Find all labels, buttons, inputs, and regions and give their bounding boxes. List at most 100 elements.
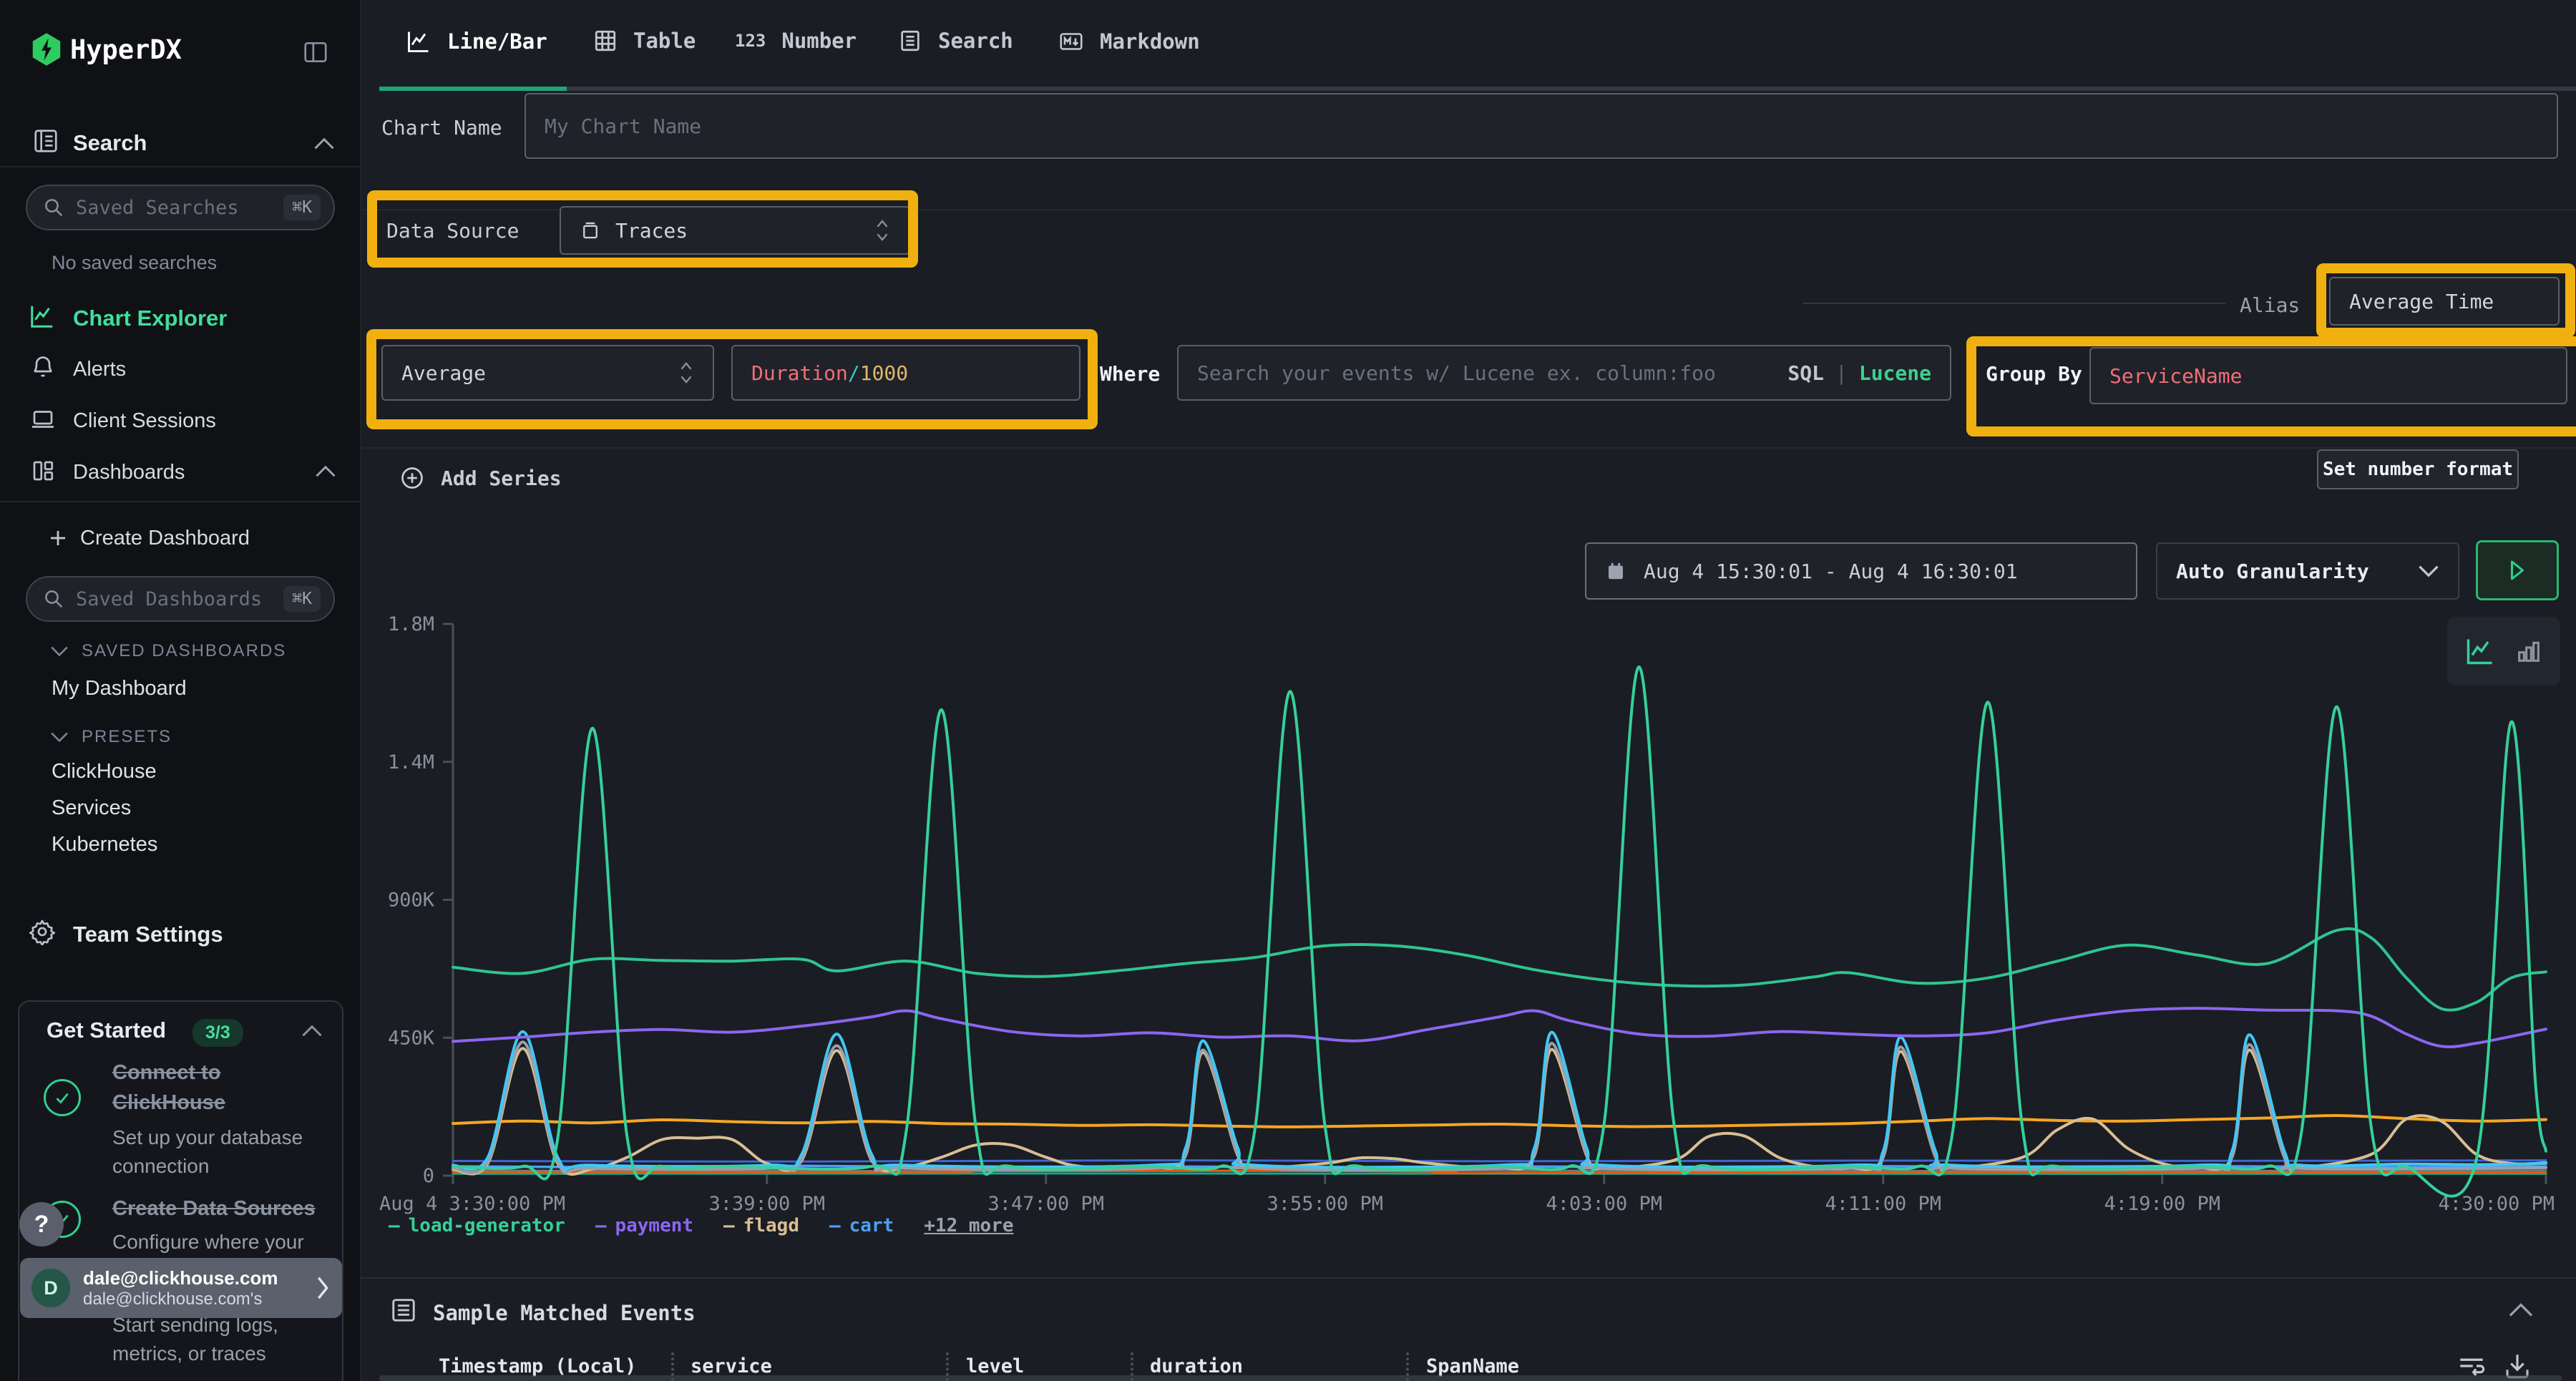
sidebar: HyperDX Search Saved Searches ⌘K No save… [0,0,361,1381]
create-dashboard-button[interactable]: Create Dashboard [80,527,250,550]
lucene-toggle[interactable]: Lucene [1859,361,1931,385]
sidebar-item-clickhouse[interactable]: ClickHouse [52,760,157,784]
series-payment [453,1008,2546,1047]
legend-item[interactable]: —payment [595,1215,693,1236]
alias-value: Average Time [2349,290,2494,313]
tab-line-bar[interactable]: Line/Bar [406,29,547,54]
presets-group[interactable]: PRESETS [50,727,172,747]
dashboards-collapse-chevron-icon[interactable] [315,465,336,478]
column-header-timestamp[interactable]: Timestamp (Local) [439,1355,636,1377]
hyperdx-logo-icon[interactable] [31,33,62,66]
column-header-duration[interactable]: duration [1150,1355,1243,1377]
search-collapse-chevron-icon[interactable] [313,137,335,150]
column-header-service[interactable]: service [691,1355,772,1377]
legend-item[interactable]: —load-generator [389,1215,565,1236]
expression-value: 1000 [860,361,908,385]
get-started-step1[interactable]: Connect to ClickHouse Set up your databa… [112,1058,303,1181]
get-started-title: Get Started [47,1018,166,1043]
where-input[interactable]: Search your events w/ Lucene ex. column:… [1177,345,1951,401]
column-header-level[interactable]: level [966,1355,1024,1377]
main-panel: Line/Bar Table 123 Number Search Markdow… [361,0,2576,1381]
sidebar-item-dashboards[interactable]: Dashboards [73,461,185,484]
tab-markdown[interactable]: Markdown [1058,29,1200,54]
chart-name-placeholder: My Chart Name [545,114,701,138]
search-icon [43,197,64,218]
alias-connector-line [1803,303,2225,304]
sidebar-item-chart-explorer[interactable]: Chart Explorer [73,306,227,331]
get-started-collapse-chevron-icon[interactable] [301,1025,323,1038]
sidebar-item-alerts[interactable]: Alerts [73,358,126,381]
group-by-input[interactable]: ServiceName [2089,347,2567,404]
saved-dashboards-input[interactable]: Saved Dashboards ⌘K [26,576,335,622]
chart-name-label: Chart Name [381,116,502,140]
svg-text:Aug 4 3:30:00 PM: Aug 4 3:30:00 PM [379,1193,565,1215]
tab-table[interactable]: Table [593,29,696,53]
user-account-button[interactable]: D dale@clickhouse.com dale@clickhouse.co… [20,1258,342,1318]
sidebar-collapse-icon[interactable] [302,39,329,66]
alias-input[interactable]: Average Time [2329,277,2560,326]
sidebar-item-client-sessions[interactable]: Client Sessions [73,409,216,433]
select-updown-icon [874,218,890,243]
chart-name-input[interactable]: My Chart Name [525,93,2558,159]
legend-item[interactable]: —cart [829,1215,894,1236]
add-series-button[interactable]: Add Series [399,465,562,491]
step2-title: Create Data Sources [112,1194,316,1224]
saved-dashboards-group[interactable]: SAVED DASHBOARDS [50,641,286,661]
svg-text:450K: 450K [388,1027,435,1049]
active-tab-indicator [379,87,567,91]
step-complete-check-icon [44,1079,81,1116]
date-range-value: Aug 4 15:30:01 - Aug 4 16:30:01 [1644,560,2018,583]
svg-text:3:39:00 PM: 3:39:00 PM [708,1193,825,1215]
data-source-value: Traces [615,219,688,243]
legend-item[interactable]: —flagd [723,1215,799,1236]
number-123-icon: 123 [735,31,766,51]
expression-input[interactable]: Duration/1000 [731,345,1080,401]
table-icon [593,29,618,53]
sql-toggle[interactable]: SQL [1787,361,1824,385]
events-collapse-chevron-icon[interactable] [2508,1302,2534,1318]
run-query-button[interactable] [2476,540,2559,600]
group-by-value: ServiceName [2109,364,2242,388]
chart-explorer-icon [29,303,56,330]
chevron-down-icon [50,731,69,743]
hyperdx-app: HyperDX Search Saved Searches ⌘K No save… [0,0,2576,1381]
granularity-select[interactable]: Auto Granularity [2156,542,2459,600]
timeseries-chart[interactable]: 0450K900K1.4M1.8MAug 4 3:30:00 PM3:39:00… [379,607,2573,1221]
no-saved-searches-text: No saved searches [52,252,217,274]
gear-icon [29,918,56,945]
chevron-right-icon [315,1276,331,1300]
series-cyan-spikes [453,1032,2546,1169]
get-started-step3[interactable]: Start sending logs, metrics, or traces [112,1311,278,1368]
calendar-icon [1605,560,1626,582]
plus-circle-icon [399,465,425,491]
set-number-format-label: Set number format [2323,459,2513,480]
legend-more-link[interactable]: +12 more [924,1215,1013,1236]
logo-text[interactable]: HyperDX [70,34,182,65]
step1-desc2: connection [112,1152,303,1181]
sidebar-item-team-settings[interactable]: Team Settings [73,922,223,947]
events-list-icon [390,1297,417,1324]
column-header-spanname[interactable]: SpanName [1426,1355,1519,1377]
svg-text:4:03:00 PM: 4:03:00 PM [1546,1193,1662,1215]
tab-number[interactable]: 123 Number [735,29,857,53]
help-button[interactable]: ? [19,1202,64,1246]
aggregation-select[interactable]: Average [381,345,714,401]
divider [361,447,2576,449]
data-source-select[interactable]: Traces [560,206,910,255]
horizontal-scrollbar[interactable] [379,1375,2562,1381]
date-range-picker[interactable]: Aug 4 15:30:01 - Aug 4 16:30:01 [1585,542,2137,600]
sidebar-item-services[interactable]: Services [52,796,131,820]
set-number-format-button[interactable]: Set number format [2317,449,2519,489]
divider [0,501,361,502]
tab-label: Search [938,29,1013,53]
saved-searches-input[interactable]: Saved Searches ⌘K [26,185,335,230]
where-placeholder: Search your events w/ Lucene ex. column:… [1197,361,1716,385]
select-updown-icon [678,361,694,385]
tab-label: Number [781,29,857,53]
tab-search[interactable]: Search [898,29,1013,53]
sidebar-item-kubernetes[interactable]: Kubernetes [52,833,157,857]
sidebar-item-search[interactable]: Search [73,130,147,156]
sidebar-item-my-dashboard[interactable]: My Dashboard [52,677,187,701]
tab-label: Markdown [1100,29,1200,54]
database-icon [580,220,601,241]
